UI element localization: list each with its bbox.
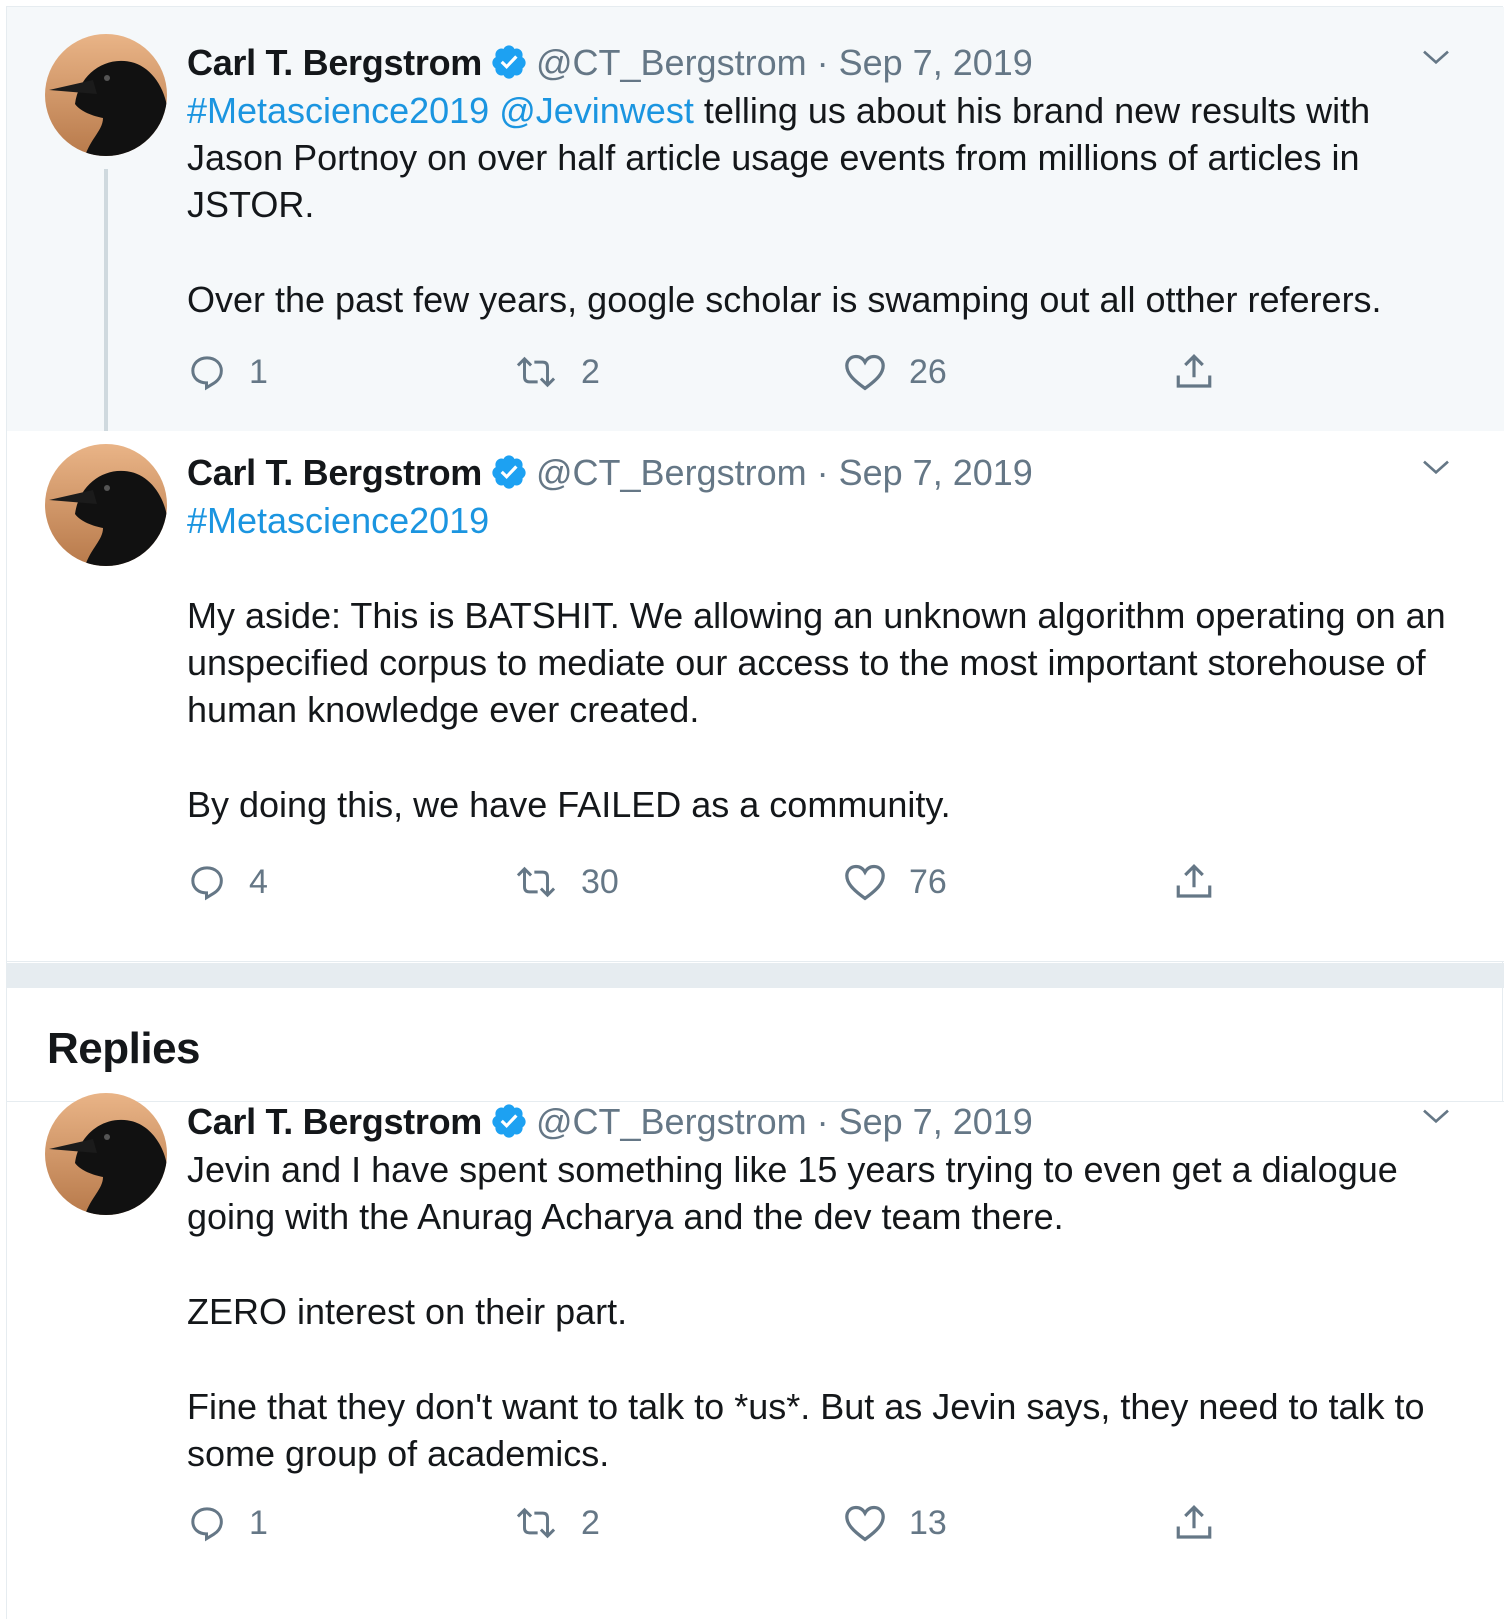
retweet-count: 2 xyxy=(581,352,600,391)
avatar[interactable] xyxy=(45,1093,167,1215)
reply-count: 1 xyxy=(249,1503,268,1542)
share-icon xyxy=(1176,1505,1212,1539)
author-name[interactable]: Carl T. Bergstrom xyxy=(187,452,482,493)
chevron-down-icon[interactable] xyxy=(1420,1100,1452,1132)
tweet-actions: 1 2 26 xyxy=(187,347,1287,397)
hashtag-link[interactable]: #Metascience2019 xyxy=(187,90,489,131)
share-button[interactable] xyxy=(1173,857,1237,907)
section-separator xyxy=(7,963,1504,988)
reply-button[interactable]: 1 xyxy=(187,347,268,397)
tweet-text-p3: Fine that they don't want to talk to *us… xyxy=(187,1386,1425,1474)
reply-button[interactable]: 4 xyxy=(187,857,268,907)
like-button[interactable]: 76 xyxy=(843,857,947,907)
tweet-text-p2: ZERO interest on their part. xyxy=(187,1291,628,1332)
tweet-date[interactable]: Sep 7, 2019 xyxy=(839,1101,1033,1142)
tweet-header: Carl T. Bergstrom @CT_Bergstrom · Sep 7, … xyxy=(187,1097,1033,1147)
thread-line xyxy=(104,169,108,437)
reply-icon xyxy=(191,866,223,901)
author-handle[interactable]: @CT_Bergstrom xyxy=(536,1101,807,1142)
retweet-icon xyxy=(516,866,556,898)
avatar[interactable] xyxy=(45,34,167,156)
tweet-text: Jevin and I have spent something like 15… xyxy=(187,1146,1447,1477)
reply-icon xyxy=(191,356,223,391)
like-count: 26 xyxy=(909,352,947,391)
heart-icon xyxy=(845,354,885,391)
author-name[interactable]: Carl T. Bergstrom xyxy=(187,1101,482,1142)
separator-dot: · xyxy=(816,452,829,493)
share-icon xyxy=(1176,864,1212,898)
like-count: 13 xyxy=(909,1503,947,1542)
share-button[interactable] xyxy=(1173,1498,1237,1548)
tweet-date[interactable]: Sep 7, 2019 xyxy=(839,452,1033,493)
tweet-header: Carl T. Bergstrom @CT_Bergstrom · Sep 7, … xyxy=(187,448,1033,498)
retweet-button[interactable]: 30 xyxy=(513,857,619,907)
like-count: 76 xyxy=(909,862,947,901)
reply-count: 1 xyxy=(249,352,268,391)
tweet-header: Carl T. Bergstrom @CT_Bergstrom · Sep 7, … xyxy=(187,38,1033,88)
separator-dot: · xyxy=(816,42,829,83)
chevron-down-icon[interactable] xyxy=(1420,41,1452,73)
tweet-date[interactable]: Sep 7, 2019 xyxy=(839,42,1033,83)
author-name[interactable]: Carl T. Bergstrom xyxy=(187,42,482,83)
separator-dot: · xyxy=(816,1101,829,1142)
author-handle[interactable]: @CT_Bergstrom xyxy=(536,452,807,493)
tweet-text-p2: My aside: This is BATSHIT. We allowing a… xyxy=(187,595,1446,730)
share-icon xyxy=(1176,354,1212,388)
mention-link[interactable]: @Jevinwest xyxy=(499,90,694,131)
reply-button[interactable]: 1 xyxy=(187,1498,268,1548)
replies-header: Replies xyxy=(7,988,1504,1102)
retweet-icon xyxy=(516,1507,556,1539)
retweet-count: 30 xyxy=(581,862,619,901)
share-button[interactable] xyxy=(1173,347,1237,397)
replies-title: Replies xyxy=(47,1024,201,1073)
retweet-button[interactable]: 2 xyxy=(513,1498,600,1548)
tweet-actions: 4 30 76 xyxy=(187,857,1287,907)
tweet-2[interactable]: Carl T. Bergstrom @CT_Bergstrom · Sep 7, … xyxy=(7,431,1504,962)
hashtag-link[interactable]: #Metascience2019 xyxy=(187,500,489,541)
tweet-text-p3: By doing this, we have FAILED as a commu… xyxy=(187,784,951,825)
author-handle[interactable]: @CT_Bergstrom xyxy=(536,42,807,83)
tweet-text: #Metascience2019 @Jevinwest telling us a… xyxy=(187,87,1447,323)
reply-tweet[interactable]: Carl T. Bergstrom @CT_Bergstrom · Sep 7, … xyxy=(7,1093,1504,1622)
like-button[interactable]: 13 xyxy=(843,1498,947,1548)
heart-icon xyxy=(845,1505,885,1542)
tweet-text-p1: Jevin and I have spent something like 15… xyxy=(187,1149,1398,1237)
reply-icon xyxy=(191,1507,223,1542)
retweet-count: 2 xyxy=(581,1503,600,1542)
tweet-1[interactable]: Carl T. Bergstrom @CT_Bergstrom · Sep 7, … xyxy=(7,7,1504,437)
reply-count: 4 xyxy=(249,862,268,901)
tweet-text-p2: Over the past few years, google scholar … xyxy=(187,279,1382,320)
retweet-icon xyxy=(516,356,556,388)
heart-icon xyxy=(845,864,885,901)
retweet-button[interactable]: 2 xyxy=(513,347,600,397)
tweet-text: #Metascience2019 My aside: This is BATSH… xyxy=(187,497,1447,828)
timeline: Carl T. Bergstrom @CT_Bergstrom · Sep 7, … xyxy=(6,6,1504,1622)
avatar[interactable] xyxy=(45,444,167,566)
like-button[interactable]: 26 xyxy=(843,347,947,397)
chevron-down-icon[interactable] xyxy=(1420,451,1452,483)
tweet-actions: 1 2 13 xyxy=(187,1498,1287,1548)
